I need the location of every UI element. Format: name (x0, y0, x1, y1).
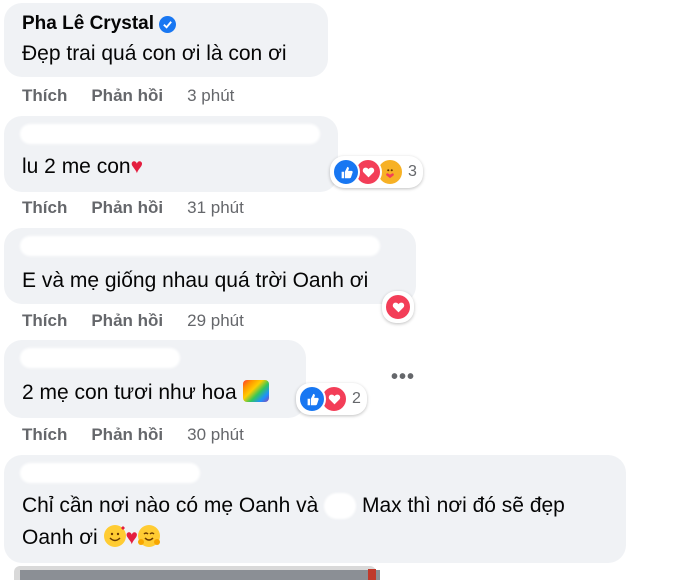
reply-button[interactable]: Phản hồi (91, 198, 163, 218)
comment-bubble: lu 2 me con♥ (4, 116, 338, 192)
hidden-author-name (20, 348, 180, 368)
reaction-summary[interactable]: 3 (330, 156, 423, 188)
red-heart-emoji: ♥ (130, 155, 144, 178)
comment-text-content: 2 mẹ con tươi như hoa (22, 381, 237, 404)
like-button[interactable]: Thích (22, 425, 67, 445)
like-button[interactable]: Thích (22, 198, 67, 218)
comment-text-line2-content: Oanh ơi (22, 526, 98, 549)
love-icon (384, 293, 412, 321)
comment-bubble: E và mẹ giống nhau quá trời Oanh ơi (4, 228, 416, 304)
comment-actions: Thích Phản hồi 31 phút (22, 198, 244, 218)
hidden-author-name (20, 124, 320, 144)
reaction-summary[interactable]: 2 (296, 383, 367, 415)
comment-bubble: Pha Lê Crystal Đẹp trai quá con ơi là co… (4, 3, 328, 77)
like-icon (298, 385, 326, 413)
comment-text: lu 2 me con♥ (22, 152, 143, 182)
reaction-count: 2 (352, 390, 361, 407)
reaction-count: 3 (408, 163, 417, 180)
comment-text-part2: Max thì nơi đó sẽ đẹp (361, 494, 565, 517)
comment-bubble: Chỉ cần nơi nào có mẹ Oanh và Max thì nơ… (4, 455, 626, 563)
comment-text: E và mẹ giống nhau quá trời Oanh ơi (22, 269, 369, 292)
comment-timestamp[interactable]: 31 phút (187, 198, 244, 218)
comment-actions: Thích Phản hồi 29 phút (22, 311, 244, 331)
comment-text-part1: Chỉ cần nơi nào có mẹ Oanh và (22, 494, 319, 517)
attached-image[interactable] (14, 566, 380, 580)
like-icon (332, 158, 360, 186)
verified-badge-icon (159, 15, 176, 33)
comment-timestamp[interactable]: 3 phút (187, 86, 234, 106)
reply-button[interactable]: Phản hồi (91, 311, 163, 331)
author-name[interactable]: Pha Lê Crystal (22, 13, 154, 35)
comment-timestamp[interactable]: 30 phút (187, 425, 244, 445)
rainbow-emoji (242, 380, 269, 402)
hugging-face-emoji (137, 525, 160, 547)
reaction-summary[interactable] (382, 291, 414, 323)
comment-bubble: 2 mẹ con tươi như hoa (4, 340, 306, 418)
smiling-hearts-emoji (103, 525, 126, 547)
comment-text: 2 mẹ con tươi như hoa (22, 378, 269, 408)
comment-actions: Thích Phản hồi 30 phút (22, 425, 244, 445)
comment-timestamp[interactable]: 29 phút (187, 311, 244, 331)
like-button[interactable]: Thích (22, 311, 67, 331)
comment-text-content: lu 2 me con (22, 155, 131, 178)
like-button[interactable]: Thích (22, 86, 67, 106)
hidden-mention (324, 493, 357, 520)
reply-button[interactable]: Phản hồi (91, 86, 163, 106)
reply-button[interactable]: Phản hồi (91, 425, 163, 445)
red-heart-emoji: ♥ (125, 526, 138, 549)
more-options-icon[interactable]: ••• (391, 366, 415, 389)
hidden-author-name (20, 236, 380, 256)
comment-text: Đẹp trai quá con ơi là con ơi (22, 42, 287, 65)
hidden-author-name (20, 463, 200, 483)
comment-actions: Thích Phản hồi 3 phút (22, 86, 234, 106)
comment-text-line2: Oanh ơi ♥ (22, 523, 160, 553)
comment-text: Chỉ cần nơi nào có mẹ Oanh và Max thì nơ… (22, 491, 565, 521)
comment-author[interactable]: Pha Lê Crystal (22, 13, 176, 35)
